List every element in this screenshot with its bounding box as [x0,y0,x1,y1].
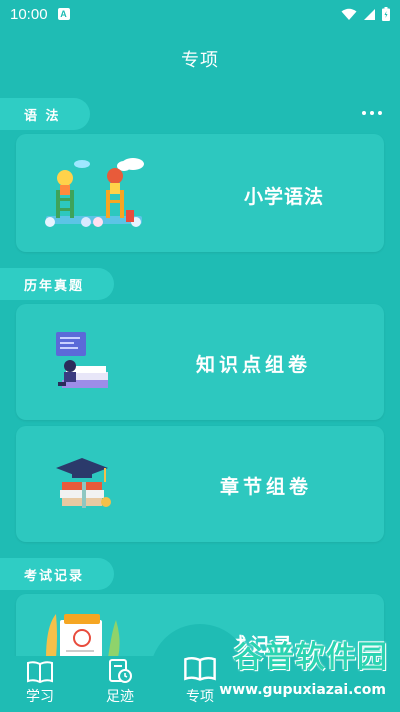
nav-label: 学习 [26,689,54,705]
nav-label: 足迹 [106,689,134,705]
page-title: 专项 [181,50,219,71]
kids-painting-illustration [45,158,144,227]
section-tag-grammar: 语 法 [0,98,90,130]
student-reading-books-illustration [56,332,108,388]
book-icon [27,661,53,684]
nav-item-study[interactable]: 学习 [0,656,80,712]
more-options-icon[interactable] [362,106,382,120]
status-time: 10:00 [10,5,48,23]
open-book-icon [184,657,216,681]
watermark-title: 谷普软件园 [233,640,388,675]
signal-icon [364,8,375,20]
card-chapter-paper[interactable]: 章节组卷 [16,426,384,542]
card-knowledge-point-paper[interactable]: 知识点组卷 [16,304,384,420]
nav-item-footprint[interactable]: 足迹 [80,656,160,712]
section-tag-past-exams: 历年真题 [0,268,114,300]
status-icons [341,7,390,21]
watermark-url: www.gupuxiazai.com [219,682,386,698]
card-label: 章节组卷 [220,476,313,498]
wifi-icon [341,8,357,20]
status-bar: 10:00 A [0,0,400,28]
card-label: 知识点组卷 [196,354,312,376]
section-tag-exam-records: 考试记录 [0,558,114,590]
watermark-logo: 谷普软件园 www.gupuxiazai.com [218,640,396,706]
exam-paper-illustration [46,614,120,660]
footprint-clock-icon [109,659,132,683]
notification-badge: A [57,8,70,20]
battery-icon [382,7,390,21]
card-label: 小学语法 [244,186,325,208]
card-primary-grammar[interactable]: 小学语法 [16,134,384,252]
nav-label: 专项 [186,689,214,705]
graduation-cap-books-illustration [56,458,111,508]
